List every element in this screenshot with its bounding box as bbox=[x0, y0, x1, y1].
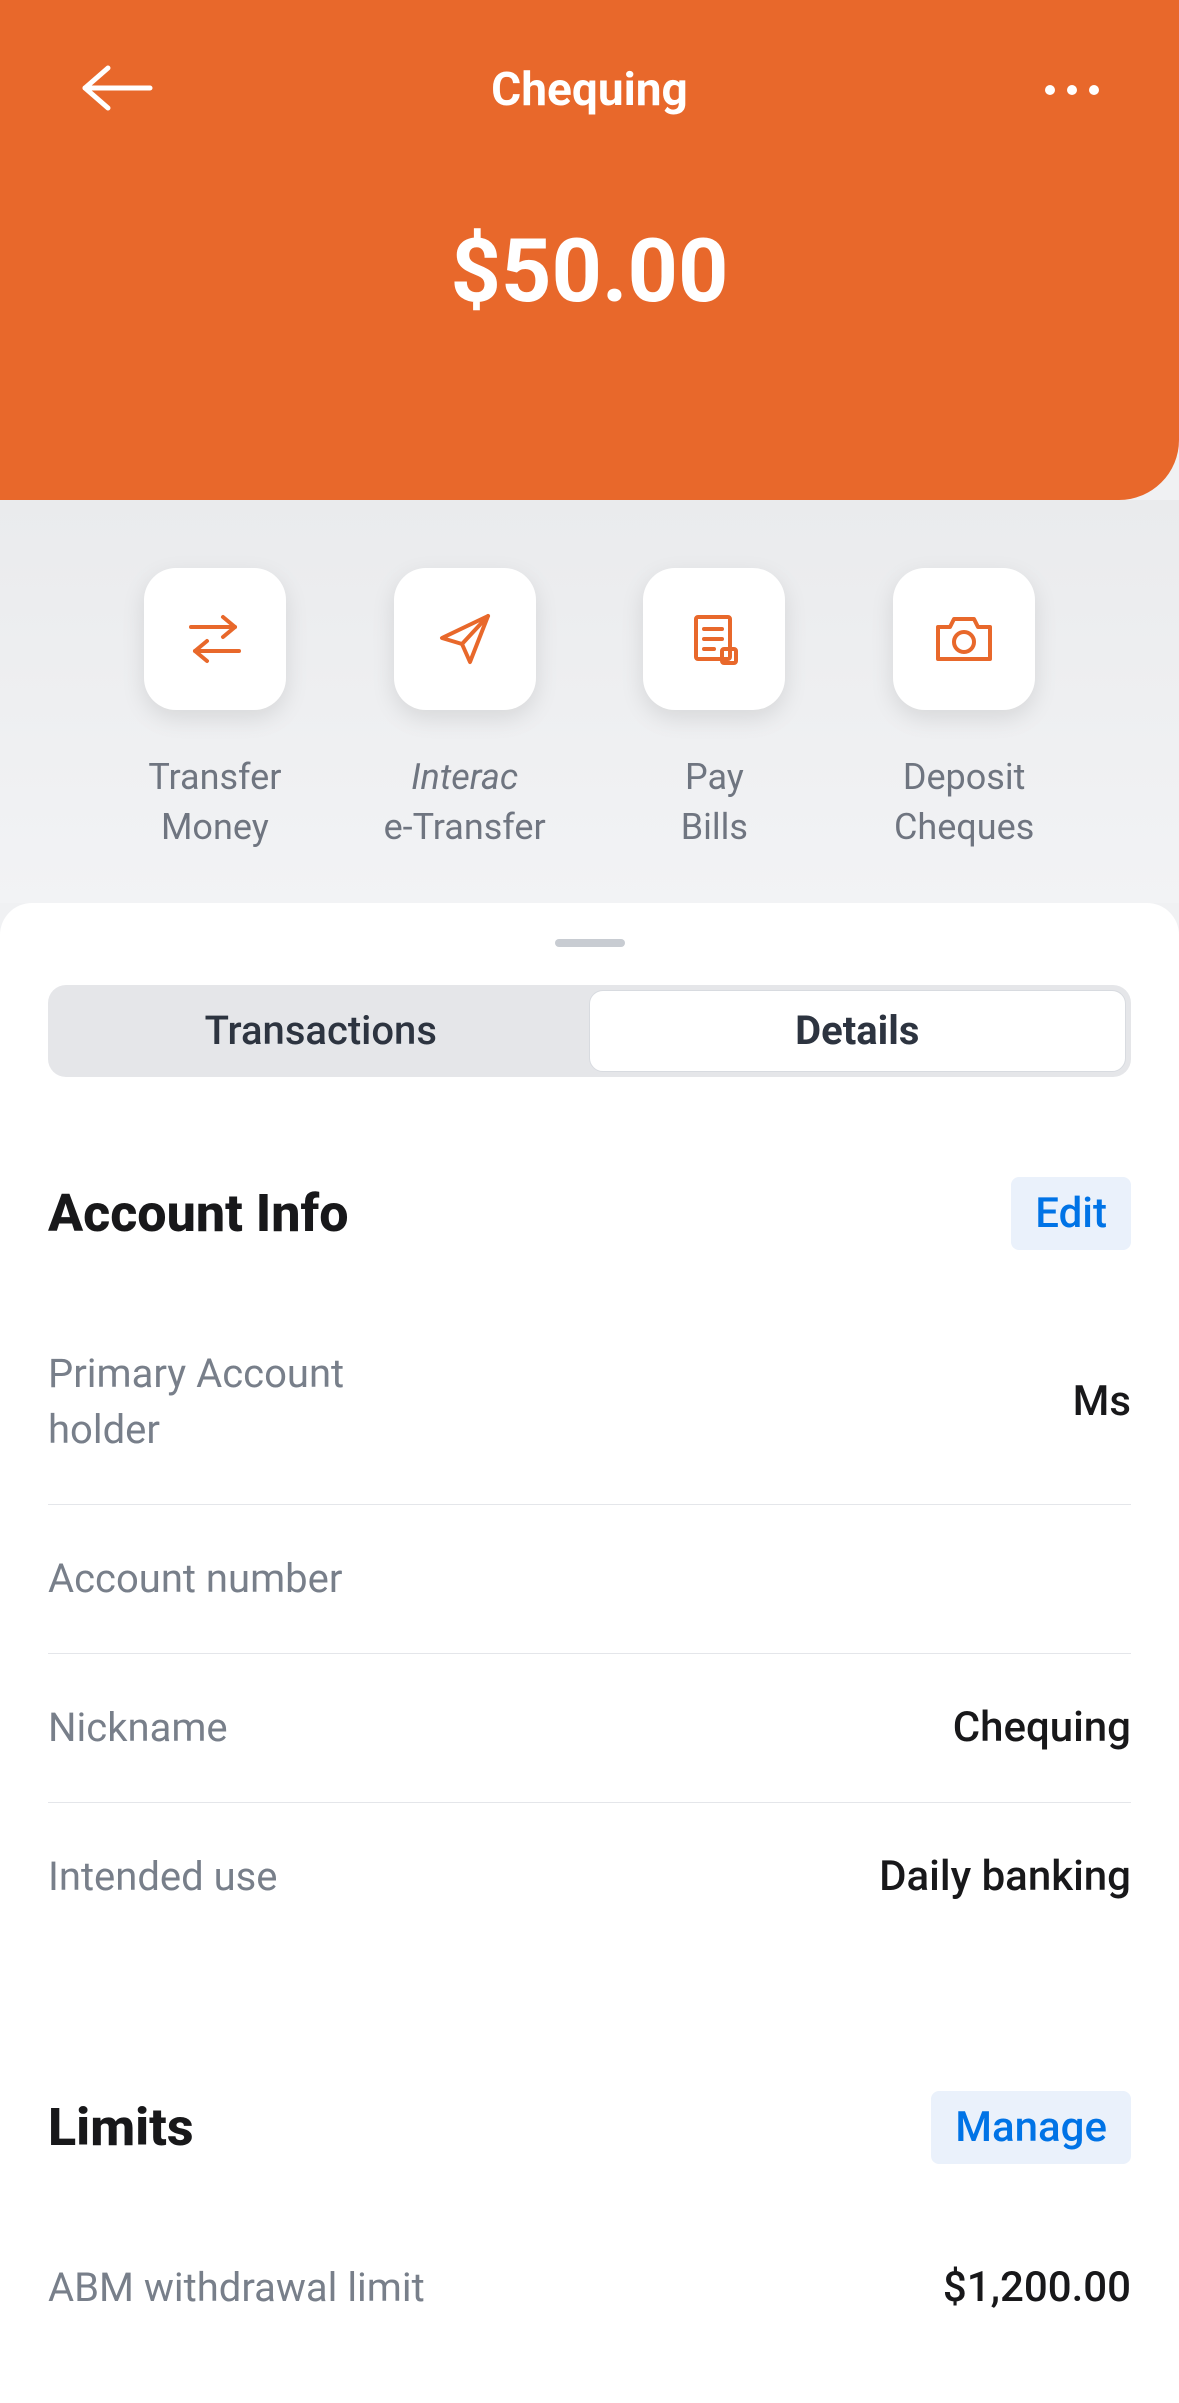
info-row-primary-holder: Primary Account holder Ms bbox=[48, 1300, 1131, 1505]
dot-icon bbox=[1045, 85, 1055, 95]
back-button[interactable] bbox=[80, 63, 156, 117]
manage-button[interactable]: Manage bbox=[931, 2091, 1131, 2164]
info-value: $1,200.00 bbox=[943, 2263, 1131, 2312]
tab-transactions[interactable]: Transactions bbox=[53, 990, 589, 1072]
quick-actions-row: TransferMoney Interace-Transfer PayBills bbox=[0, 500, 1179, 903]
info-label: Intended use bbox=[48, 1849, 278, 1905]
info-row-nickname: Nickname Chequing bbox=[48, 1654, 1131, 1803]
interac-etransfer-button[interactable]: Interace-Transfer bbox=[365, 568, 565, 853]
drag-handle[interactable] bbox=[555, 939, 625, 947]
info-row-intended-use: Intended use Daily banking bbox=[48, 1803, 1131, 1951]
info-value: Chequing bbox=[953, 1703, 1131, 1752]
limits-section: Limits Manage ABM withdrawal limit $1,20… bbox=[0, 2091, 1179, 2362]
more-options-button[interactable] bbox=[1045, 85, 1099, 95]
content-panel: Transactions Details Account Info Edit P… bbox=[0, 903, 1179, 2403]
transfer-money-button[interactable]: TransferMoney bbox=[115, 568, 315, 853]
dot-icon bbox=[1067, 85, 1077, 95]
tab-details[interactable]: Details bbox=[589, 990, 1127, 1072]
info-value: Ms bbox=[1073, 1377, 1131, 1426]
section-header: Account Info Edit bbox=[48, 1177, 1131, 1250]
section-title: Limits bbox=[48, 2097, 194, 2158]
info-value: Daily banking bbox=[879, 1852, 1131, 1901]
info-label: ABM withdrawal limit bbox=[48, 2260, 425, 2316]
action-icon-box bbox=[643, 568, 785, 710]
action-icon-box bbox=[144, 568, 286, 710]
info-row-abm-limit: ABM withdrawal limit $1,200.00 bbox=[48, 2214, 1131, 2362]
send-icon bbox=[436, 610, 494, 668]
action-label: TransferMoney bbox=[148, 752, 281, 853]
page-title: Chequing bbox=[491, 63, 688, 117]
dot-icon bbox=[1089, 85, 1099, 95]
info-label: Primary Account holder bbox=[48, 1346, 448, 1458]
transfer-icon bbox=[183, 611, 247, 667]
action-icon-box bbox=[394, 568, 536, 710]
account-balance: $50.00 bbox=[80, 220, 1099, 323]
account-header: Chequing $50.00 bbox=[0, 0, 1179, 500]
header-top-bar: Chequing bbox=[80, 60, 1099, 120]
pay-bills-button[interactable]: PayBills bbox=[614, 568, 814, 853]
deposit-cheques-button[interactable]: DepositCheques bbox=[864, 568, 1064, 853]
back-arrow-icon bbox=[80, 63, 156, 113]
account-info-section: Account Info Edit Primary Account holder… bbox=[0, 1177, 1179, 1951]
action-label: Interace-Transfer bbox=[384, 752, 546, 853]
action-label: DepositCheques bbox=[894, 752, 1034, 853]
camera-icon bbox=[932, 613, 996, 665]
section-header: Limits Manage bbox=[48, 2091, 1131, 2164]
info-label: Account number bbox=[48, 1551, 342, 1607]
action-label: PayBills bbox=[681, 752, 748, 853]
section-title: Account Info bbox=[48, 1183, 349, 1244]
action-icon-box bbox=[893, 568, 1035, 710]
edit-button[interactable]: Edit bbox=[1011, 1177, 1131, 1250]
info-row-account-number: Account number bbox=[48, 1505, 1131, 1654]
bill-icon bbox=[686, 611, 742, 667]
tab-bar: Transactions Details bbox=[48, 985, 1131, 1077]
info-label: Nickname bbox=[48, 1700, 228, 1756]
